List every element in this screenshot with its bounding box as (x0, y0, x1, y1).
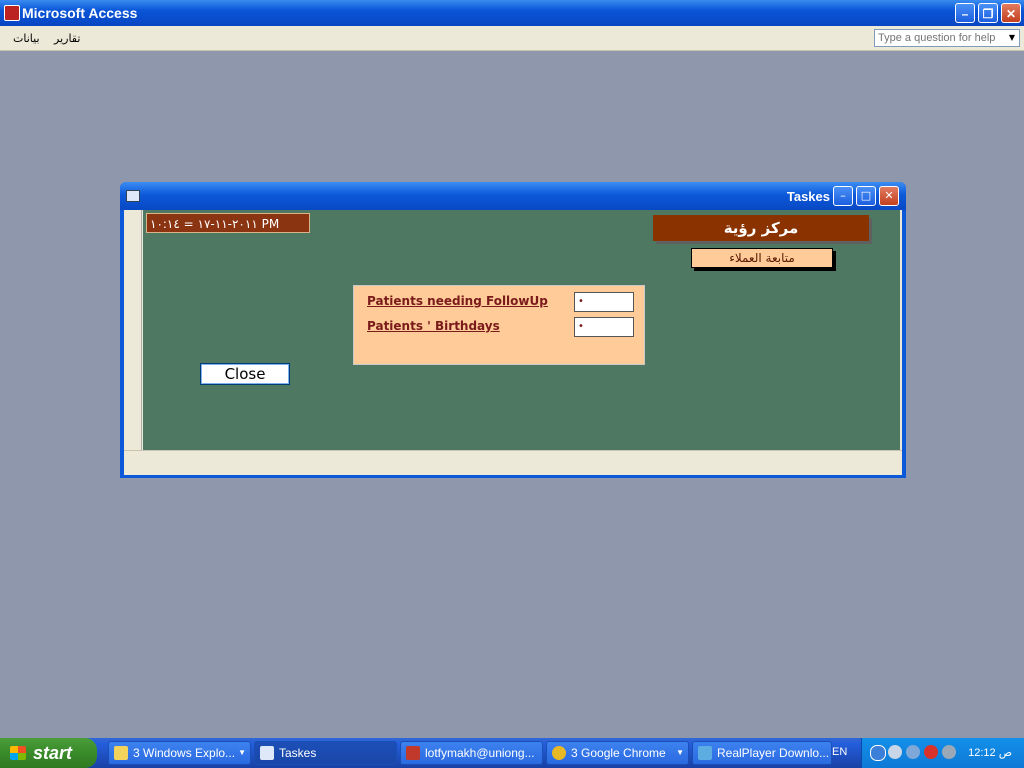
taskbar-button-label: lotfymakh@uniong... (425, 746, 535, 760)
minimize-icon[interactable]: – (955, 3, 975, 23)
form-footer-strip (124, 450, 902, 475)
restore-icon[interactable]: ❐ (978, 3, 998, 23)
help-search-box[interactable]: ▼ (874, 29, 1020, 47)
center-name-label: مركز رؤية (653, 215, 869, 241)
chevron-down-icon: ▼ (238, 748, 246, 757)
menu-item-data[interactable]: بيانات (13, 32, 40, 45)
form-detail-section: ٢٠١١-١١-١٧ = ١٠:١٤ PM مركز رؤية متابعة ا… (143, 210, 900, 450)
access-app-icon[interactable] (4, 5, 20, 21)
language-indicator[interactable]: EN (832, 746, 847, 758)
taskbar: start 3 Windows Explo... ▼ Taskes lotfym… (0, 738, 1024, 768)
start-button[interactable]: start (0, 738, 97, 768)
network-icon[interactable] (888, 745, 902, 759)
taskbar-button-filezilla[interactable]: lotfymakh@uniong... (400, 741, 543, 765)
back-arrow-icon[interactable] (870, 745, 886, 761)
chrome-icon (552, 746, 566, 760)
start-label: start (33, 743, 73, 763)
mdi-workspace: Taskes – □ ✕ ٢٠١١-١١-١٧ = ١٠:١٤ PM مركز … (2, 51, 1022, 737)
form-icon (260, 746, 274, 760)
form-title: Taskes (786, 189, 830, 204)
taskbar-button-chrome[interactable]: 3 Google Chrome ▼ (546, 741, 689, 765)
birthdays-count-field[interactable]: • (574, 317, 634, 337)
form-system-icon[interactable] (126, 190, 140, 202)
close-button[interactable]: Close (200, 363, 290, 385)
menu-bar: تقارير بيانات ▼ (0, 26, 1024, 51)
followup-patients-link[interactable]: Patients needing FollowUp (367, 294, 548, 308)
taskes-form-window: Taskes – □ ✕ ٢٠١١-١١-١٧ = ١٠:١٤ PM مركز … (120, 182, 906, 478)
followup-count-field[interactable]: • (574, 292, 634, 312)
menu-item-reports[interactable]: تقارير (54, 32, 80, 45)
help-search-input[interactable] (875, 30, 1006, 46)
customer-followup-button[interactable]: متابعة العملاء (691, 248, 833, 268)
form-minimize-icon[interactable]: – (833, 186, 853, 206)
sound-icon[interactable] (942, 745, 956, 759)
birthdays-link[interactable]: Patients ' Birthdays (367, 319, 500, 333)
form-close-icon[interactable]: ✕ (879, 186, 899, 206)
windows-flag-icon (10, 746, 26, 760)
form-client-area: ٢٠١١-١١-١٧ = ١٠:١٤ PM مركز رؤية متابعة ا… (124, 210, 902, 475)
tasks-panel: Patients needing FollowUp • Patients ' B… (353, 285, 645, 365)
app-title-bar[interactable]: Microsoft Access – ❐ ✕ (0, 0, 1024, 26)
chevron-down-icon: ▼ (676, 748, 684, 757)
app-title: Microsoft Access (22, 5, 138, 21)
close-icon[interactable]: ✕ (1001, 3, 1021, 23)
datetime-display: ٢٠١١-١١-١٧ = ١٠:١٤ PM (146, 213, 310, 233)
security-icon[interactable] (924, 745, 938, 759)
record-selector[interactable] (124, 210, 142, 450)
taskbar-button-label: Taskes (279, 746, 317, 760)
taskbar-button-realplayer[interactable]: RealPlayer Downlo... (692, 741, 832, 765)
download-icon (698, 746, 712, 760)
taskbar-button-label: 3 Windows Explo... (133, 746, 236, 760)
taskbar-button-taskes[interactable]: Taskes (254, 741, 397, 765)
taskbar-button-explorer[interactable]: 3 Windows Explo... ▼ (108, 741, 251, 765)
clock: 12:12 ص (968, 747, 1012, 759)
chevron-down-icon[interactable]: ▼ (1005, 30, 1019, 46)
form-title-bar[interactable]: Taskes – □ ✕ (120, 182, 906, 210)
display-icon[interactable] (906, 745, 920, 759)
taskbar-button-label: RealPlayer Downlo... (717, 746, 830, 760)
form-maximize-icon[interactable]: □ (856, 186, 876, 206)
filezilla-icon (406, 746, 420, 760)
taskbar-button-label: 3 Google Chrome (571, 746, 666, 760)
system-tray: EN 12:12 ص (832, 738, 1024, 768)
folder-icon (114, 746, 128, 760)
